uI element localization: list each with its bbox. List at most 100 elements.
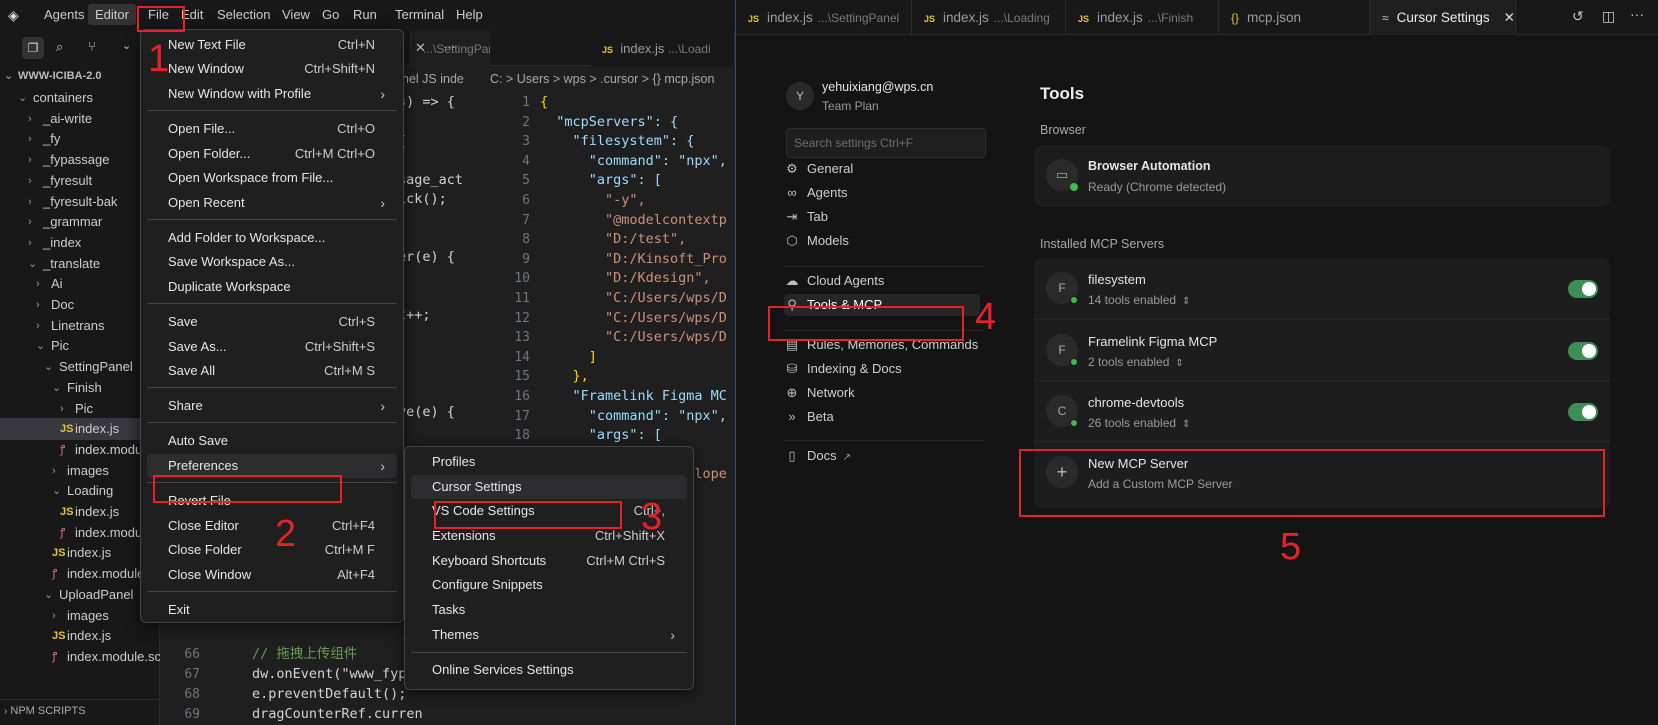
prefs-menu-configure-snippets[interactable]: Configure Snippets <box>411 573 687 597</box>
tree-row-uploadpanel[interactable]: ⌄ UploadPanel <box>0 584 160 606</box>
file-menu-duplicate-workspace[interactable]: Duplicate Workspace <box>147 275 397 299</box>
file-menu-close-window[interactable]: Close Window Alt+F4 <box>147 563 397 587</box>
more-actions-icon[interactable]: ··· <box>1630 6 1644 22</box>
file-menu-revert-file[interactable]: Revert File <box>147 489 397 513</box>
tree-row-pic[interactable]: › Pic <box>0 398 160 420</box>
tree-row-ai[interactable]: › Ai <box>0 273 160 295</box>
nav-docs[interactable]: ▯ Docs ↗ <box>784 445 980 467</box>
mcp-server-row[interactable]: Ffilesystem 14 tools enabled ⇕ <box>1034 258 1610 320</box>
file-menu-save[interactable]: Save Ctrl+S <box>147 310 397 334</box>
new-mcp-server-row[interactable]: + New MCP Server Add a Custom MCP Server <box>1034 441 1610 507</box>
tree-row-index-module-scss[interactable]: ꝭ index.module.scss <box>0 646 174 668</box>
prefs-menu-profiles[interactable]: Profiles <box>411 450 687 474</box>
nav-tools-mcp[interactable]: ⚲ Tools & MCP <box>784 294 980 316</box>
tree-row-settingpanel[interactable]: ⌄ SettingPanel <box>0 356 160 378</box>
history-icon[interactable]: ↺ <box>1572 8 1584 25</box>
file-menu-save-workspace-as[interactable]: Save Workspace As... <box>147 250 397 274</box>
tree-row-index-js[interactable]: JS index.js <box>0 501 160 523</box>
tree-row--index[interactable]: › _index <box>0 232 160 254</box>
server-tools-count[interactable]: 14 tools enabled ⇕ <box>1088 293 1190 307</box>
tree-row--fyresult[interactable]: › _fyresult <box>0 170 160 192</box>
tree-row--fyresult-bak[interactable]: › _fyresult-bak <box>0 191 160 213</box>
tree-row-doc[interactable]: › Doc <box>0 294 160 316</box>
tree-row-linetrans[interactable]: › Linetrans <box>0 315 160 337</box>
menu-agents[interactable]: Agents <box>44 7 84 22</box>
nav-general[interactable]: ⚙ General <box>784 158 980 180</box>
tree-row--fypassage[interactable]: › _fypassage <box>0 149 160 171</box>
tree-row-index-module-scss[interactable]: ꝭ index.module.scss <box>0 439 182 461</box>
close-tab-icon[interactable]: ✕ <box>415 40 426 56</box>
split-editor-icon[interactable]: ◫ <box>1602 8 1615 25</box>
source-control-icon[interactable]: ⑂ <box>88 39 96 54</box>
mcp-server-row[interactable]: Cchrome-devtools 26 tools enabled ⇕ <box>1034 380 1610 442</box>
file-menu-close-folder[interactable]: Close Folder Ctrl+M F <box>147 538 397 562</box>
server-toggle[interactable] <box>1568 403 1598 421</box>
tree-row--ai-write[interactable]: › _ai-write <box>0 108 160 130</box>
server-tools-count[interactable]: 2 tools enabled ⇕ <box>1088 355 1184 369</box>
file-menu-new-text-file[interactable]: New Text File Ctrl+N <box>147 33 397 57</box>
tree-row-index-js[interactable]: JS index.js <box>0 542 160 564</box>
file-menu-open-file[interactable]: Open File... Ctrl+O <box>147 117 397 141</box>
explorer-root[interactable]: ⌄ WWW-ICIBA-2.0 <box>0 65 160 87</box>
menu-run[interactable]: Run <box>353 7 377 22</box>
file-menu-open-folder[interactable]: Open Folder... Ctrl+M Ctrl+O <box>147 142 397 166</box>
search-icon[interactable]: ⌕ <box>56 39 63 55</box>
file-menu-new-window[interactable]: New Window Ctrl+Shift+N <box>147 57 397 81</box>
browser-automation-card[interactable]: ▭ Browser Automation Ready (Chrome detec… <box>1034 145 1610 207</box>
file-menu-open-recent[interactable]: Open Recent › <box>147 191 397 215</box>
server-toggle[interactable] <box>1568 342 1598 360</box>
file-menu-save-as[interactable]: Save As... Ctrl+Shift+S <box>147 335 397 359</box>
file-menu-close-editor[interactable]: Close Editor Ctrl+F4 <box>147 514 397 538</box>
prefs-menu-themes[interactable]: Themes › <box>411 623 687 647</box>
files-icon[interactable]: ❐ <box>22 37 44 59</box>
file-menu-preferences[interactable]: Preferences › <box>147 454 397 478</box>
settings-search-input[interactable]: Search settings Ctrl+F <box>786 128 986 158</box>
file-menu-share[interactable]: Share › <box>147 394 397 418</box>
nav-indexing-docs[interactable]: ⛁ Indexing & Docs <box>784 358 980 380</box>
nav-agents[interactable]: ∞ Agents <box>784 182 980 204</box>
nav-beta[interactable]: » Beta <box>784 406 980 428</box>
nav-rules-memories-commands[interactable]: ▤ Rules, Memories, Commands <box>784 334 980 356</box>
tree-row-finish[interactable]: ⌄ Finish <box>0 377 160 399</box>
nav-models[interactable]: ⬡ Models <box>784 230 980 252</box>
npm-scripts-header[interactable]: › NPM SCRIPTS <box>0 699 160 723</box>
tree-row-index-module-scss[interactable]: ꝭ index.module.scss <box>0 522 182 544</box>
menu-go[interactable]: Go <box>322 7 339 22</box>
tree-row-index-js[interactable]: JS index.js <box>0 418 160 441</box>
prefs-menu-online-services-settings[interactable]: Online Services Settings <box>411 658 687 682</box>
chevron-down-icon[interactable]: ⌄ <box>122 39 131 52</box>
cursor-logo-icon[interactable]: ◈ <box>8 7 22 23</box>
tree-row-pic[interactable]: ⌄ Pic <box>0 335 160 357</box>
menu-terminal[interactable]: Terminal <box>395 7 444 22</box>
prefs-menu-tasks[interactable]: Tasks <box>411 598 687 622</box>
more-tabs-icon[interactable]: ··· <box>443 39 456 54</box>
tree-row-images[interactable]: › images <box>0 605 160 627</box>
menu-edit[interactable]: Edit <box>181 7 203 22</box>
tab-index-js-loading[interactable]: JS index.js ...\Loadi <box>590 31 735 66</box>
file-menu-open-workspace-from-file[interactable]: Open Workspace from File... <box>147 166 397 190</box>
tree-row--fy[interactable]: › _fy <box>0 128 160 150</box>
file-menu-exit[interactable]: Exit <box>147 598 397 622</box>
tree-row-index-js[interactable]: JS index.js <box>0 625 160 647</box>
tab-mcp-json-3[interactable]: {} mcp.json <box>1219 0 1370 35</box>
tree-row--translate[interactable]: ⌄ _translate <box>0 253 160 275</box>
server-tools-count[interactable]: 26 tools enabled ⇕ <box>1088 416 1190 430</box>
close-icon[interactable]: ✕ <box>1504 10 1515 25</box>
tree-row-containers[interactable]: ⌄ containers <box>0 87 160 109</box>
tree-row-loading[interactable]: ⌄ Loading <box>0 480 160 502</box>
menu-help[interactable]: Help <box>456 7 483 22</box>
nav-cloud-agents[interactable]: ☁ Cloud Agents <box>784 270 980 292</box>
tree-row-images[interactable]: › images <box>0 460 160 482</box>
nav-network[interactable]: ⊕ Network <box>784 382 980 404</box>
menu-editor[interactable]: Editor <box>88 4 136 25</box>
menu-file[interactable]: File <box>148 7 169 22</box>
tab-index-js-2[interactable]: JS index.js ...\Finish <box>1066 0 1219 35</box>
file-menu-add-folder-to-workspace[interactable]: Add Folder to Workspace... <box>147 226 397 250</box>
menu-selection[interactable]: Selection <box>217 7 270 22</box>
server-toggle[interactable] <box>1568 280 1598 298</box>
file-menu-auto-save[interactable]: Auto Save <box>147 429 397 453</box>
mcp-server-row[interactable]: F Framelink Figma MCP 2 tools enabled ⇕ <box>1034 319 1610 381</box>
tree-row--grammar[interactable]: › _grammar <box>0 211 160 233</box>
menu-view[interactable]: View <box>282 7 310 22</box>
nav-tab[interactable]: ⇥ Tab <box>784 206 980 228</box>
